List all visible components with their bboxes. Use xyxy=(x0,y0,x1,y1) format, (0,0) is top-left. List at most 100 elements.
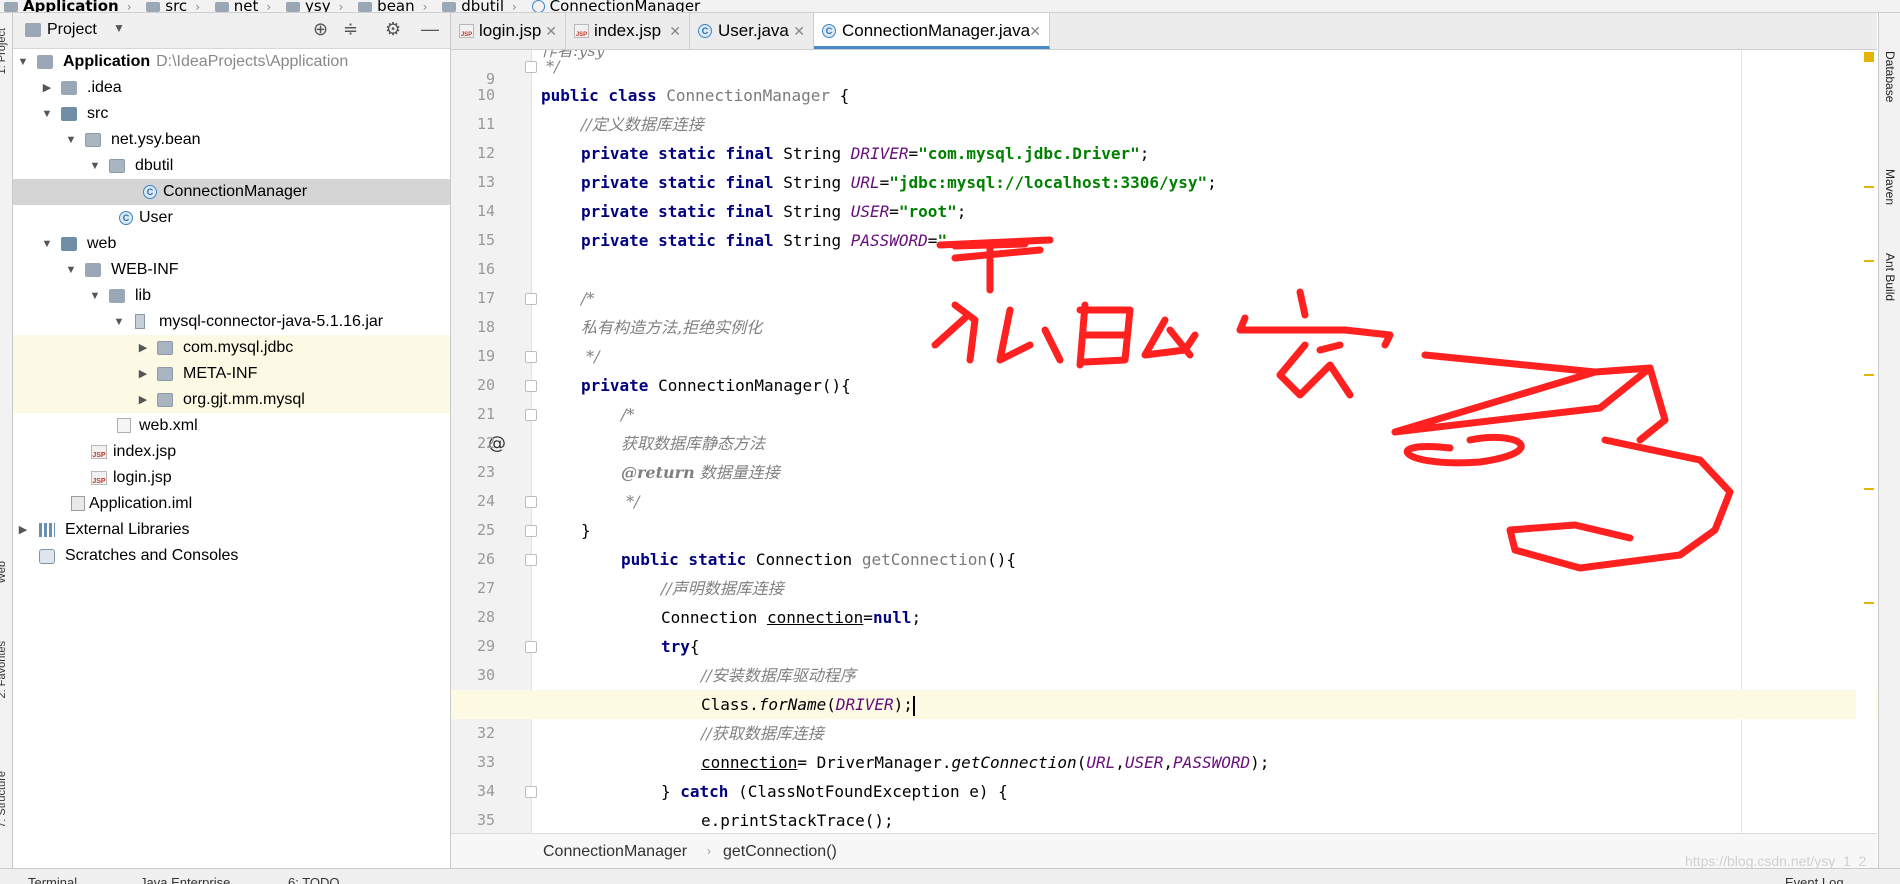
fold-marker-icon[interactable] xyxy=(525,409,537,421)
tool-tab-project[interactable]: 1: Project xyxy=(0,28,8,74)
fold-marker-icon[interactable] xyxy=(525,554,537,566)
breadcrumb-item-ysy[interactable]: ysy xyxy=(282,0,331,12)
chevron-down-icon[interactable]: ▼ xyxy=(41,101,53,127)
breadcrumb-item-connectionmanager[interactable]: ConnectionManager xyxy=(528,0,700,12)
code-line: 20 */ xyxy=(476,347,600,394)
crumb-getconnection[interactable]: getConnection() xyxy=(723,834,837,869)
breadcrumb-item-net[interactable]: net xyxy=(211,0,258,12)
tree-item-web-inf[interactable]: ▼ WEB-INF xyxy=(13,257,450,283)
chevron-right-icon[interactable]: ▶ xyxy=(17,517,29,543)
tree-item-application[interactable]: ▼ Application D:\IdeaProjects\Application xyxy=(13,49,450,75)
tab-login-jsp[interactable]: JSP login.jsp ✕ xyxy=(451,13,566,49)
jsp-file-icon: JSP xyxy=(459,24,474,38)
chevron-right-icon: › xyxy=(707,844,711,858)
code-line: 28 //声明数据库连接 xyxy=(476,579,784,626)
tool-tab-favorites[interactable]: 2: Favorites xyxy=(0,641,8,698)
editor-tab-bar: JSP login.jsp ✕ JSP index.jsp ✕ C User.j… xyxy=(451,13,1877,50)
tree-item-user[interactable]: C User xyxy=(13,205,450,231)
tree-item-src[interactable]: ▼ src xyxy=(13,101,450,127)
jar-icon xyxy=(135,314,145,329)
tree-item-idea[interactable]: ▶ .idea xyxy=(13,75,450,101)
tree-item-dbutil[interactable]: ▼ dbutil xyxy=(13,153,450,179)
tree-item-meta-inf[interactable]: ▶ META-INF xyxy=(13,361,450,387)
chevron-down-icon[interactable]: ▼ xyxy=(41,231,53,257)
tree-item-lib[interactable]: ▼ lib xyxy=(13,283,450,309)
code-line-current: 32 Class.forName(DRIVER); xyxy=(451,690,1877,742)
tool-tab-ant-build[interactable]: Ant Build xyxy=(1883,253,1897,301)
code-line: 33 //获取数据库连接 xyxy=(476,724,824,771)
scroll-marker[interactable] xyxy=(1864,374,1874,376)
tree-item-scratches-and-consoles[interactable]: Scratches and Consoles xyxy=(13,543,450,569)
folder-icon xyxy=(4,1,18,12)
breadcrumb-item-dbutil[interactable]: dbutil xyxy=(438,0,504,12)
chevron-right-icon[interactable]: ▶ xyxy=(137,387,149,413)
fold-marker-icon[interactable] xyxy=(525,380,537,392)
chevron-down-icon[interactable]: ▼ xyxy=(17,49,29,75)
tree-item-org-gjt-mm-mysql[interactable]: ▶ org.gjt.mm.mysql xyxy=(13,387,450,413)
breadcrumb-item-bean[interactable]: bean xyxy=(354,0,415,12)
tool-tab-web[interactable]: Web xyxy=(0,561,8,583)
tree-item-connectionmanager[interactable]: C ConnectionManager xyxy=(13,179,450,205)
fold-marker-icon[interactable] xyxy=(525,786,537,798)
tree-item-login-jsp[interactable]: JSP login.jsp xyxy=(13,465,450,491)
tree-item-index-jsp[interactable]: JSP index.jsp xyxy=(13,439,450,465)
breadcrumb-item-application[interactable]: Application xyxy=(0,0,119,12)
code-line: 14 private static final String URL="jdbc… xyxy=(476,173,1217,220)
chevron-down-icon[interactable]: ▼ xyxy=(113,309,125,335)
project-panel-title[interactable]: Project xyxy=(47,21,97,39)
tab-index-jsp[interactable]: JSP index.jsp ✕ xyxy=(566,13,690,49)
close-icon[interactable]: ✕ xyxy=(793,13,805,49)
crumb-connectionmanager[interactable]: ConnectionManager xyxy=(543,834,687,869)
tool-tab-structure[interactable]: 7: Structure xyxy=(0,771,8,828)
chevron-down-icon[interactable]: ▼ xyxy=(65,127,77,153)
tree-item-external-libraries[interactable]: ▶ External Libraries xyxy=(13,517,450,543)
fold-marker-icon[interactable] xyxy=(525,351,537,363)
chevron-down-icon[interactable]: ▼ xyxy=(89,283,101,309)
tool-tab-database[interactable]: Database xyxy=(1883,51,1897,102)
code-line: 17 xyxy=(476,289,495,307)
chevron-right-icon[interactable]: ▶ xyxy=(137,335,149,361)
fold-marker-icon[interactable] xyxy=(525,496,537,508)
tree-item-net-ysy-bean[interactable]: ▼ net.ysy.bean xyxy=(13,127,450,153)
warning-marker[interactable] xyxy=(1864,52,1874,62)
close-icon[interactable]: ✕ xyxy=(1029,13,1041,49)
collapse-all-icon[interactable]: ≑ xyxy=(343,19,358,40)
jsp-file-icon: JSP xyxy=(91,471,107,485)
tool-tab-maven[interactable]: Maven xyxy=(1883,169,1897,205)
fold-marker-icon[interactable] xyxy=(525,525,537,537)
close-icon[interactable]: ✕ xyxy=(669,13,681,49)
tree-item-web-xml[interactable]: web.xml xyxy=(13,413,450,439)
code-editor[interactable]: 9 作者:ysy 10 */ 11 public class Connectio… xyxy=(451,50,1877,833)
chevron-right-icon[interactable]: ▶ xyxy=(41,75,53,101)
breadcrumb-item-src[interactable]: src xyxy=(142,0,187,12)
fold-marker-icon[interactable] xyxy=(525,61,537,73)
tab-user-java[interactable]: C User.java ✕ xyxy=(690,13,814,49)
locate-icon[interactable]: ⊕ xyxy=(313,19,328,40)
chevron-down-icon[interactable]: ▼ xyxy=(89,153,101,179)
tree-item-mysql-connector-jar[interactable]: ▼ mysql-connector-java-5.1.16.jar xyxy=(13,309,450,335)
folder-icon xyxy=(109,289,125,303)
right-tool-window-bar: Database Maven Ant Build xyxy=(1878,13,1900,868)
tree-item-application-iml[interactable]: Application.iml xyxy=(13,491,450,517)
gear-icon[interactable]: ⚙ xyxy=(385,19,401,40)
tab-connectionmanager-java[interactable]: C ConnectionManager.java ✕ xyxy=(814,13,1050,49)
scroll-marker[interactable] xyxy=(1864,488,1874,490)
chevron-down-icon[interactable]: ▼ xyxy=(113,21,125,35)
code-line: 29 Connection connection=null; xyxy=(476,608,922,655)
editor-scrollbar[interactable] xyxy=(1856,50,1876,833)
fold-marker-icon[interactable] xyxy=(525,293,537,305)
scroll-marker[interactable] xyxy=(1864,186,1874,188)
breadcrumb-separator: › xyxy=(126,0,132,13)
code-line: 16 private static final String PASSWORD=… xyxy=(476,231,948,278)
tree-item-web[interactable]: ▼ web xyxy=(13,231,450,257)
scroll-marker[interactable] xyxy=(1864,260,1874,262)
fold-marker-icon[interactable] xyxy=(525,641,537,653)
tree-item-com-mysql-jdbc[interactable]: ▶ com.mysql.jdbc xyxy=(13,335,450,361)
chevron-down-icon[interactable]: ▼ xyxy=(65,257,77,283)
source-folder-icon xyxy=(61,107,77,121)
chevron-right-icon[interactable]: ▶ xyxy=(137,361,149,387)
close-icon[interactable]: ✕ xyxy=(545,13,557,49)
minimize-icon[interactable]: — xyxy=(421,19,439,40)
project-tool-window: Project ▼ ⊕ ≑ ⚙ — ▼ Application D:\IdeaPr… xyxy=(13,13,451,868)
scroll-marker[interactable] xyxy=(1864,602,1874,604)
